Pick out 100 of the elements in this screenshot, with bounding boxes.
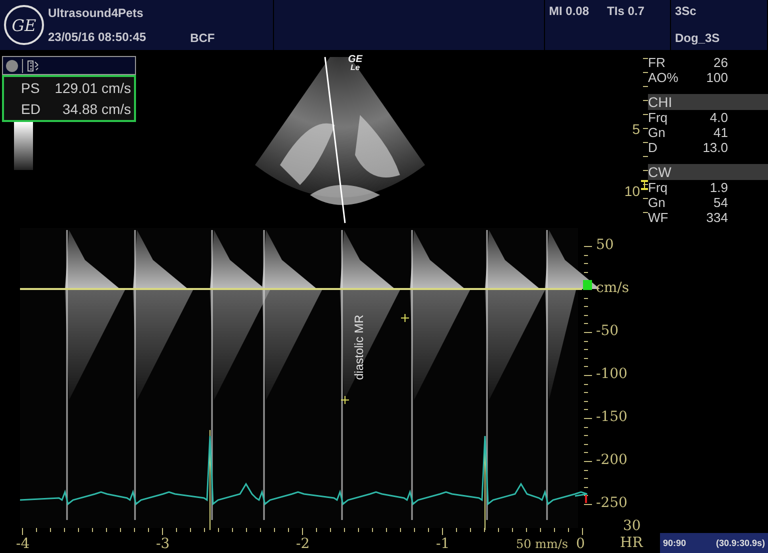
parameter-label: AO% <box>648 70 678 85</box>
logo-emblem: GE <box>4 5 44 45</box>
velocity-tick <box>584 461 592 462</box>
velocity-tick <box>584 358 588 359</box>
time-tick <box>526 528 527 532</box>
time-label: -4 <box>16 536 30 552</box>
cine-time: (30.9:30.9s) <box>716 538 765 548</box>
parameter-value: 41 <box>714 125 728 140</box>
time-tick <box>442 528 443 535</box>
depth-tick <box>643 86 648 87</box>
time-label: -2 <box>296 536 310 552</box>
time-tick <box>330 528 331 532</box>
measurement-value: 34.88 cm/s <box>62 101 131 118</box>
parameter-label: WF <box>648 210 668 225</box>
parameter-value: 54 <box>714 195 728 210</box>
parameter-value: 334 <box>706 210 728 225</box>
time-tick <box>274 528 275 532</box>
preset-name: Dog_3S <box>675 31 721 45</box>
time-label: -3 <box>156 536 170 552</box>
depth-tick <box>643 142 648 143</box>
time-tick <box>78 528 79 532</box>
depth-tick <box>643 212 648 213</box>
parameter-label: Frq <box>648 180 668 195</box>
mechanical-index: MI 0.08 <box>549 4 590 20</box>
time-tick <box>540 528 541 532</box>
ecg-marker-icon <box>585 495 587 503</box>
parameter-label: D <box>648 140 658 155</box>
parameter-label: FR <box>648 55 666 70</box>
velocity-tick <box>584 263 588 264</box>
time-tick <box>176 528 177 532</box>
velocity-tick <box>584 246 592 247</box>
time-tick <box>50 528 51 532</box>
velocity-label: -150 <box>596 409 628 425</box>
parameter-value: 13.0 <box>702 140 728 155</box>
velocity-tick <box>584 323 588 324</box>
image-label: GE <box>348 55 362 64</box>
image-label: Le <box>350 64 360 72</box>
parameter-label: Gn <box>648 125 666 140</box>
measurement-value: 129.01 cm/s <box>54 80 131 96</box>
time-tick <box>120 528 121 532</box>
time-tick <box>302 528 303 535</box>
time-tick <box>498 528 499 532</box>
time-label: -1 <box>436 536 450 552</box>
time-tick <box>456 528 457 532</box>
velocity-tick <box>584 366 588 368</box>
parameter-value: 26 <box>714 55 728 70</box>
time-tick <box>232 528 233 532</box>
time-tick <box>400 528 401 532</box>
time-tick <box>246 528 247 532</box>
depth-tick <box>643 128 648 129</box>
measurement-label: PS <box>21 80 40 96</box>
velocity-tick <box>584 314 588 316</box>
velocity-tick <box>584 400 588 402</box>
parameter-label: Gn <box>648 195 666 210</box>
velocity-label: cm/s <box>596 280 630 296</box>
velocity-tick <box>584 409 588 410</box>
time-tick <box>36 528 37 532</box>
depth-tick <box>643 72 648 73</box>
time-tick <box>288 528 289 532</box>
time-tick <box>344 528 345 532</box>
exam-datetime: 23/05/16 08:50:45 <box>48 30 146 44</box>
depth-tick <box>643 156 648 157</box>
time-tick <box>582 528 583 535</box>
depth-label: 5 <box>632 121 640 137</box>
velocity-tick <box>584 435 588 436</box>
depth-tick <box>643 170 648 171</box>
heart-rate-scale-value: 30 <box>623 518 641 534</box>
parameter-value: 4.0 <box>710 110 728 125</box>
depth-tick <box>643 100 648 101</box>
baseline-marker-icon <box>583 280 592 290</box>
operator-initials: BCF <box>190 31 215 45</box>
time-tick <box>372 528 373 532</box>
caliper-icon <box>22 58 40 72</box>
depth-tick <box>643 184 648 185</box>
parameter-group-header: CW <box>648 164 768 180</box>
parameter-group-header: CHI <box>648 94 768 110</box>
time-tick <box>386 528 387 532</box>
site-name: Ultrasound4Pets <box>48 6 144 20</box>
velocity-tick <box>584 470 588 471</box>
time-tick <box>148 528 149 532</box>
velocity-tick <box>584 478 588 480</box>
velocity-tick <box>584 254 588 256</box>
velocity-tick <box>584 349 588 350</box>
thermal-index: TIs 0.7 <box>607 4 644 20</box>
time-tick <box>568 528 569 532</box>
time-tick <box>554 528 555 532</box>
time-tick <box>204 528 205 532</box>
depth-tick <box>643 198 648 199</box>
velocity-tick <box>584 392 588 394</box>
velocity-tick <box>584 375 592 376</box>
parameter-value: 1.9 <box>710 180 728 195</box>
time-tick <box>484 528 485 532</box>
time-tick <box>470 528 471 532</box>
velocity-label: -50 <box>596 323 619 339</box>
spectrum-annotation: diastolic MR <box>352 314 366 380</box>
velocity-tick <box>584 504 592 505</box>
time-tick <box>106 528 107 532</box>
time-tick <box>190 528 191 532</box>
focus-marker-icon <box>641 180 648 190</box>
velocity-label: -200 <box>596 452 628 468</box>
